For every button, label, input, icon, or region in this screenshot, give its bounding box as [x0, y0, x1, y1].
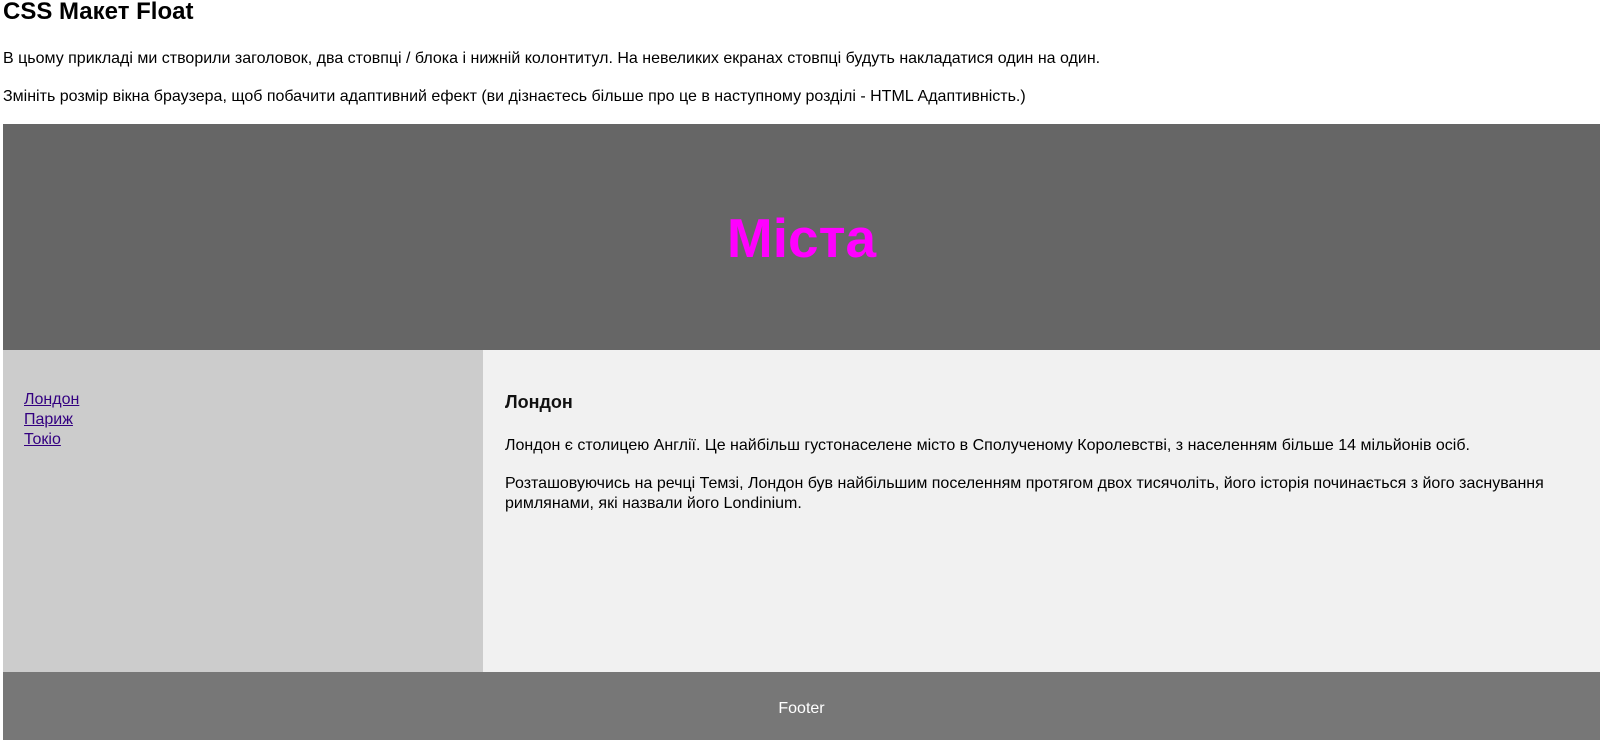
page-title: CSS Макет Float: [3, 0, 194, 25]
nav-item: Токіо: [24, 430, 79, 450]
nav-item: Лондон: [24, 390, 79, 410]
article-paragraph: Лондон є столицею Англії. Це найбільш гу…: [505, 437, 1470, 454]
intro-paragraph: Змініть розмір вікна браузера, щоб побач…: [3, 88, 1026, 105]
layout-header: Міста: [3, 124, 1600, 350]
layout-footer: Footer: [3, 672, 1600, 740]
nav-link-paris[interactable]: Париж: [24, 411, 73, 428]
article-paragraph: Розташовуючись на речці Темзі, Лондон бу…: [505, 475, 1544, 512]
main-article: Лондон Лондон є столицею Англії. Це найб…: [483, 350, 1600, 672]
footer-text: Footer: [778, 700, 825, 717]
intro-paragraph: В цьому прикладі ми створили заголовок, …: [3, 50, 1101, 67]
nav-link-tokyo[interactable]: Токіо: [24, 431, 61, 448]
nav-link-london[interactable]: Лондон: [24, 391, 79, 408]
page: CSS Макет Float В цьому прикладі ми ство…: [0, 0, 1600, 740]
article-title: Лондон: [505, 392, 573, 412]
header-title: Міста: [726, 207, 877, 269]
nav-item: Париж: [24, 410, 79, 430]
nav-list: Лондон Париж Токіо: [24, 390, 79, 450]
sidebar-nav: Лондон Париж Токіо: [3, 350, 483, 672]
